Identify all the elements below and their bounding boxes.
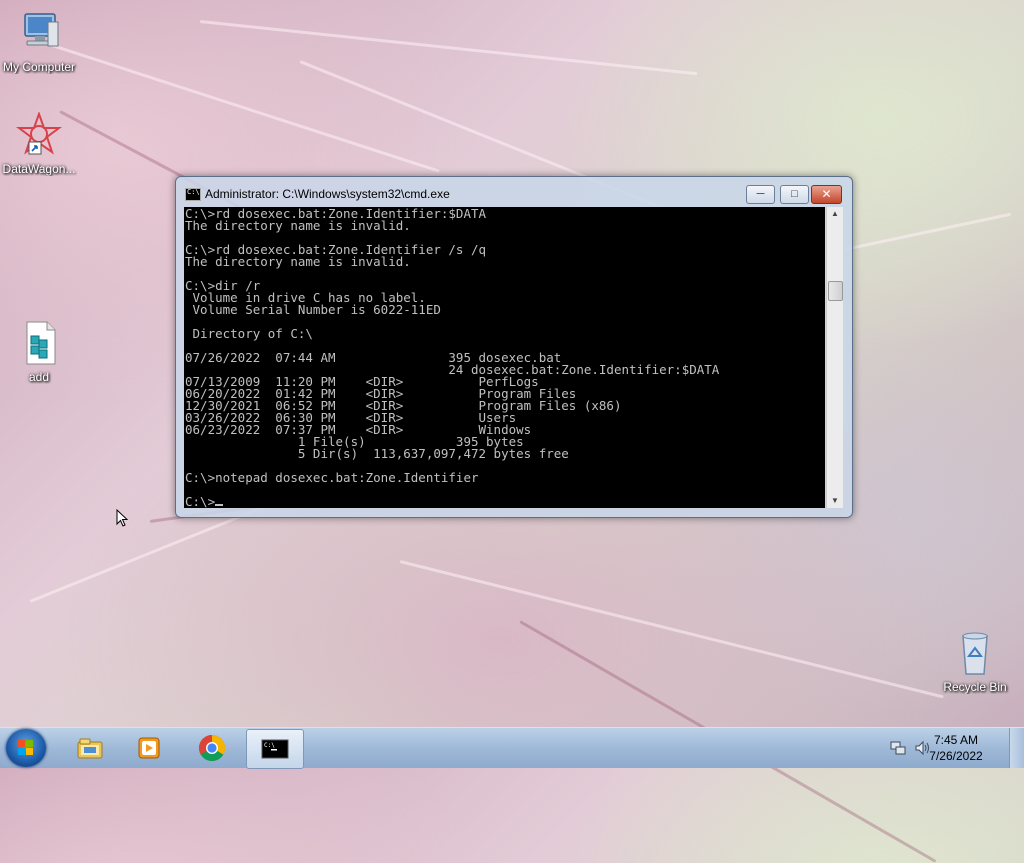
desktop-icon-my-computer[interactable]: My Computer (0, 10, 79, 74)
scroll-up-icon[interactable]: ▲ (827, 207, 843, 221)
folder-icon (77, 738, 103, 759)
datawagon-shortcut-icon (15, 111, 63, 158)
console-line: The directory name is invalid. (185, 254, 411, 269)
close-icon: ✕ (821, 187, 832, 201)
cmd-icon: C:\ (261, 739, 289, 759)
console-line: Directory of C:\ (192, 326, 313, 341)
minimize-button[interactable]: ─ (746, 185, 775, 204)
wallpaper-streak (199, 20, 698, 76)
console-text: C:\>rd dosexec.bat:Zone.Identifier:$DATA… (184, 207, 825, 508)
window-title: Administrator: C:\Windows\system32\cmd.e… (205, 187, 450, 201)
clock-time: 7:45 AM (933, 733, 979, 747)
console-line: 5 Dir(s) 113,637,097,472 bytes free (297, 446, 569, 461)
clock-date: 7/26/2022 (929, 749, 983, 763)
desktop-icon-recycle-bin[interactable]: Recycle Bin (935, 630, 1015, 694)
console-line: C:\>notepad dosexec.bat:Zone.Identifier (185, 470, 479, 485)
console-line: Volume Serial Number is 6022-11ED (192, 302, 441, 317)
registry-file-icon (15, 320, 63, 366)
console-output[interactable]: C:\>rd dosexec.bat:Zone.Identifier:$DATA… (184, 207, 825, 508)
cmd-icon (185, 188, 201, 201)
desktop-icon-label: add (28, 370, 50, 384)
wallpaper-streak (39, 40, 440, 173)
desktop-icon-add[interactable]: add (0, 320, 79, 384)
desktop-icon-label: Recycle Bin (943, 680, 1007, 694)
computer-icon (15, 10, 63, 56)
close-button[interactable]: ✕ (811, 185, 842, 204)
start-button[interactable] (6, 729, 46, 767)
wallpaper-streak (399, 560, 944, 699)
svg-text:C:\: C:\ (264, 742, 275, 749)
chrome-icon (198, 734, 226, 762)
taskbar-explorer-button[interactable] (62, 729, 118, 767)
title-bar[interactable]: Administrator: C:\Windows\system32\cmd.e… (176, 177, 852, 207)
recycle-bin-icon (951, 630, 999, 676)
minimize-icon: ─ (756, 188, 765, 200)
media-player-icon (138, 737, 160, 759)
mouse-pointer-icon (116, 509, 128, 527)
scroll-thumb[interactable] (828, 281, 843, 301)
text-cursor (215, 504, 224, 506)
desktop-icon-label: My Computer (2, 60, 76, 74)
network-icon[interactable] (890, 740, 906, 756)
taskbar-media-player-button[interactable] (122, 729, 178, 767)
system-clock[interactable]: 7:45 AM 7/26/2022 (916, 732, 996, 764)
taskbar: C:\ 7:45 AM 7/26/2022 (0, 727, 1024, 769)
vertical-scrollbar[interactable]: ▲ ▼ (826, 207, 843, 508)
console-line: The directory name is invalid. (185, 218, 411, 233)
taskbar-cmd-button[interactable]: C:\ (246, 729, 304, 769)
desktop-icon-label: DataWagon... (2, 162, 76, 176)
scroll-down-icon[interactable]: ▼ (827, 494, 843, 508)
maximize-button[interactable]: □ (780, 185, 809, 204)
console-prompt: C:\> (185, 494, 216, 508)
cmd-window[interactable]: Administrator: C:\Windows\system32\cmd.e… (175, 176, 853, 518)
taskbar-chrome-button[interactable] (184, 729, 240, 767)
maximize-icon: □ (791, 188, 798, 200)
desktop-icon-datawagon[interactable]: DataWagon... (0, 111, 79, 176)
windows-logo-icon (18, 740, 34, 756)
show-desktop-button[interactable] (1009, 728, 1024, 768)
